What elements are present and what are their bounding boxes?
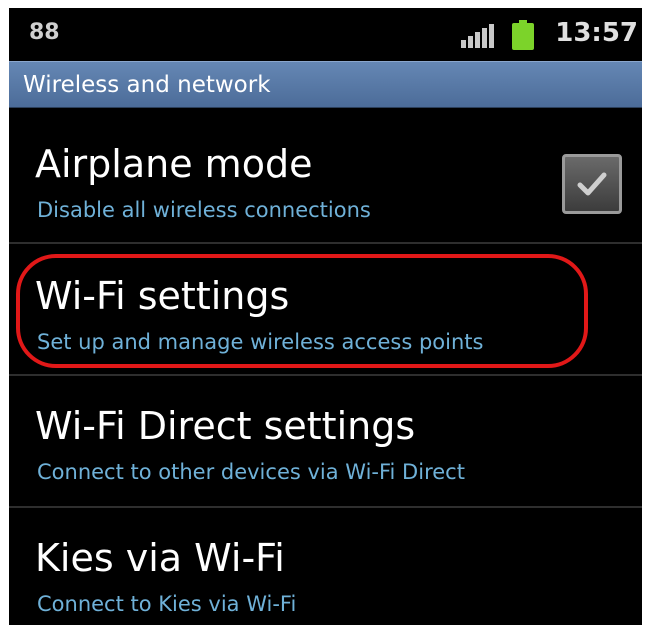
list-item-airplane-mode[interactable]: Airplane mode Disable all wireless conne… bbox=[9, 110, 642, 242]
list-item-wifi-direct-settings[interactable]: Wi-Fi Direct settings Connect to other d… bbox=[9, 376, 642, 508]
airplane-mode-checkbox[interactable] bbox=[562, 154, 622, 214]
battery-icon bbox=[512, 20, 534, 50]
item-title: Kies via Wi-Fi bbox=[35, 536, 285, 580]
item-title: Wi-Fi Direct settings bbox=[35, 404, 416, 448]
list-item-kies-via-wifi[interactable]: Kies via Wi-Fi Connect to Kies via Wi-Fi bbox=[9, 508, 642, 625]
item-subtitle: Connect to Kies via Wi-Fi bbox=[37, 592, 297, 616]
item-subtitle: Connect to other devices via Wi-Fi Direc… bbox=[37, 460, 465, 484]
checkmark-icon bbox=[577, 172, 607, 196]
section-header: Wireless and network bbox=[9, 61, 642, 108]
item-subtitle: Disable all wireless connections bbox=[37, 198, 371, 222]
section-title: Wireless and network bbox=[23, 72, 271, 98]
status-bar: 88 13:57 bbox=[9, 8, 642, 60]
notification-indicator: 88 bbox=[29, 20, 60, 45]
phone-screen: 88 13:57 Wireless and network Airplane m… bbox=[9, 8, 642, 625]
item-title: Airplane mode bbox=[35, 142, 313, 186]
signal-bars-icon bbox=[461, 24, 494, 48]
clock: 13:57 bbox=[555, 18, 638, 48]
highlight-oval bbox=[16, 254, 588, 368]
